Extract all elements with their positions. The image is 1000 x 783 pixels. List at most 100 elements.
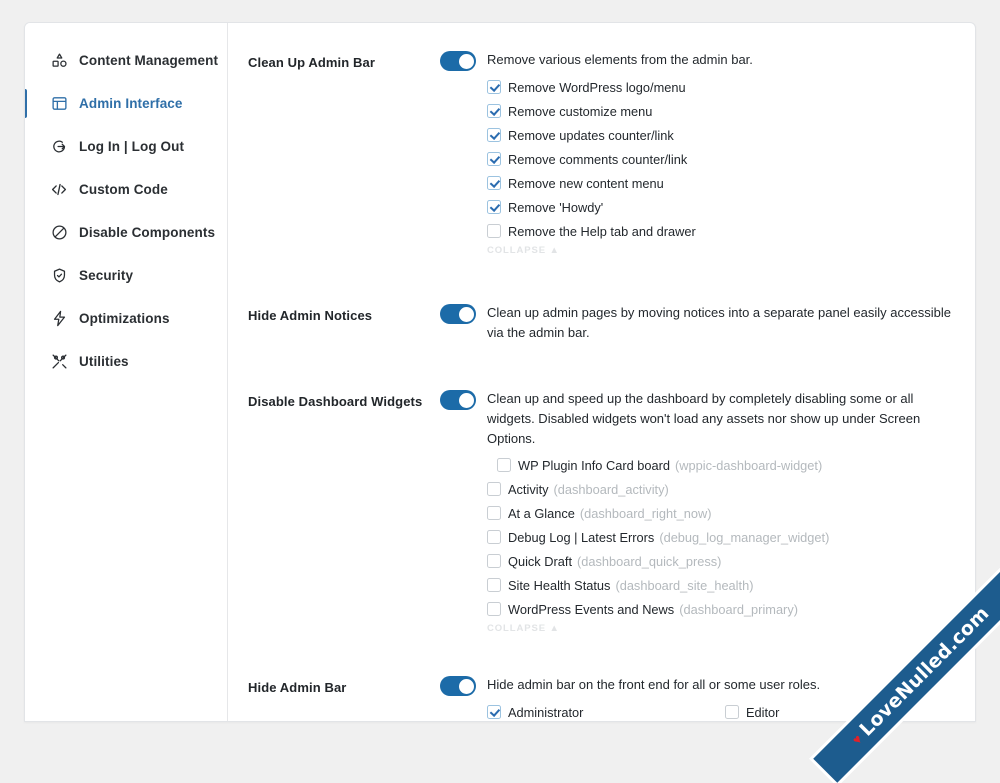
section-hide-admin-notices: Hide Admin Notices Clean up admin pages … bbox=[248, 302, 953, 343]
checkbox-row[interactable]: Site Health Status (dashboard_site_health… bbox=[487, 573, 953, 597]
checkbox-row[interactable]: Remove comments counter/link bbox=[487, 147, 953, 171]
no-entry-icon bbox=[50, 224, 68, 242]
checkbox-label: WordPress Events and News bbox=[508, 601, 675, 617]
checkbox-row[interactable]: Remove new content menu bbox=[487, 171, 953, 195]
checkbox-row[interactable]: Remove the Help tab and drawer bbox=[487, 219, 953, 243]
sidebar-item-log-in-log-out[interactable]: Log In | Log Out bbox=[25, 125, 227, 168]
checkbox-label: Quick Draft bbox=[508, 553, 572, 569]
checkbox-label: WP Plugin Info Card board bbox=[518, 457, 670, 473]
sidebar-item-content-management[interactable]: Content Management bbox=[25, 39, 227, 82]
toggle-hide-admin-bar[interactable] bbox=[440, 676, 476, 696]
checkbox-label: Activity bbox=[508, 481, 549, 497]
checkbox-role-administrator[interactable] bbox=[487, 705, 501, 719]
sidebar-item-label: Security bbox=[79, 268, 134, 283]
checkbox-row[interactable]: Editor bbox=[725, 700, 840, 721]
checkbox-label: Remove 'Howdy' bbox=[508, 199, 604, 215]
checkbox-label: Editor bbox=[746, 704, 780, 720]
section-description: Clean up admin pages by moving notices i… bbox=[487, 305, 951, 340]
sidebar-item-label: Content Management bbox=[79, 53, 219, 68]
sidebar-item-label: Custom Code bbox=[79, 182, 168, 197]
section-label: Hide Admin Notices bbox=[248, 308, 373, 323]
checkbox-slug: (dashboard_activity) bbox=[553, 481, 669, 497]
checkbox-activity[interactable] bbox=[487, 482, 501, 496]
shield-check-icon bbox=[50, 267, 68, 285]
checkbox-quick-draft[interactable] bbox=[487, 554, 501, 568]
checkbox-label: Remove customize menu bbox=[508, 103, 653, 119]
sidebar-item-label: Log In | Log Out bbox=[79, 139, 185, 154]
checkbox-row[interactable]: Remove 'Howdy' bbox=[487, 195, 953, 219]
sidebar-item-label: Admin Interface bbox=[79, 96, 183, 111]
checkbox-row[interactable]: Administrator bbox=[487, 700, 725, 721]
toggle-hide-admin-notices[interactable] bbox=[440, 304, 476, 324]
checkbox-row[interactable]: Debug Log | Latest Errors (debug_log_mana… bbox=[487, 525, 953, 549]
checkbox-row[interactable]: Activity (dashboard_activity) bbox=[487, 477, 953, 501]
sidebar-item-disable-components[interactable]: Disable Components bbox=[25, 211, 227, 254]
checkbox-label: Debug Log | Latest Errors bbox=[508, 529, 655, 545]
sidebar-item-label: Disable Components bbox=[79, 225, 216, 240]
sidebar-item-utilities[interactable]: Utilities bbox=[25, 340, 227, 383]
checkbox-debug-log-latest-errors[interactable] bbox=[487, 530, 501, 544]
checkbox-row[interactable]: At a Glance (dashboard_right_now) bbox=[487, 501, 953, 525]
checkbox-label: Remove updates counter/link bbox=[508, 127, 674, 143]
checkbox-remove-comments-counter[interactable] bbox=[487, 152, 501, 166]
checkbox-remove-help-tab[interactable] bbox=[487, 224, 501, 238]
checkbox-remove-howdy[interactable] bbox=[487, 200, 501, 214]
checkbox-slug: (dashboard_primary) bbox=[679, 601, 798, 617]
checkbox-row[interactable]: Remove customize menu bbox=[487, 99, 953, 123]
checkbox-row[interactable]: Remove updates counter/link bbox=[487, 123, 953, 147]
collapse-label: COLLAPSE bbox=[487, 245, 546, 256]
sidebar-item-custom-code[interactable]: Custom Code bbox=[25, 168, 227, 211]
checkbox-wp-plugin-info-card-board[interactable] bbox=[497, 458, 511, 472]
section-description: Hide admin bar on the front end for all … bbox=[487, 677, 821, 692]
code-brackets-icon bbox=[50, 181, 68, 199]
settings-card: Content Management Admin Interface Log I… bbox=[24, 22, 976, 722]
checkbox-slug: (dashboard_quick_press) bbox=[577, 553, 722, 569]
checkbox-at-a-glance[interactable] bbox=[487, 506, 501, 520]
checkbox-row[interactable]: WP Plugin Info Card board (wppic-dashboar… bbox=[487, 453, 953, 477]
checkbox-label: Remove WordPress logo/menu bbox=[508, 79, 686, 95]
checkbox-wordpress-events-and-news[interactable] bbox=[487, 602, 501, 616]
role-column-right: Editor Contributor Customer Project Mana… bbox=[725, 700, 840, 721]
checkbox-row[interactable]: Remove WordPress logo/menu bbox=[487, 75, 953, 99]
toggle-clean-up-admin-bar[interactable] bbox=[440, 51, 476, 71]
collapse-toggle-admin-bar[interactable]: COLLAPSE ▲ bbox=[440, 245, 953, 256]
sidebar-item-admin-interface[interactable]: Admin Interface bbox=[25, 82, 227, 125]
checkbox-site-health-status[interactable] bbox=[487, 578, 501, 592]
section-description: Remove various elements from the admin b… bbox=[487, 52, 753, 67]
checkbox-remove-customize-menu[interactable] bbox=[487, 104, 501, 118]
heart-icon: ♥ bbox=[848, 731, 865, 748]
checkbox-list-admin-bar: Remove WordPress logo/menu Remove custom… bbox=[440, 75, 953, 243]
checkbox-label: Administrator bbox=[508, 704, 584, 720]
checkbox-label: Remove the Help tab and drawer bbox=[508, 223, 696, 239]
lightning-bolt-icon bbox=[50, 310, 68, 328]
checkbox-role-editor[interactable] bbox=[725, 705, 739, 719]
checkbox-remove-updates-counter[interactable] bbox=[487, 128, 501, 142]
checkbox-row[interactable]: Quick Draft (dashboard_quick_press) bbox=[487, 549, 953, 573]
checkbox-label: Site Health Status bbox=[508, 577, 611, 593]
settings-content: Clean Up Admin Bar Remove various elemen… bbox=[228, 23, 975, 721]
sidebar-item-optimizations[interactable]: Optimizations bbox=[25, 297, 227, 340]
checkbox-remove-wordpress-logo[interactable] bbox=[487, 80, 501, 94]
checkbox-label: At a Glance bbox=[508, 505, 575, 521]
collapse-label: COLLAPSE bbox=[487, 623, 546, 634]
section-clean-up-admin-bar: Clean Up Admin Bar Remove various elemen… bbox=[248, 49, 953, 256]
checkbox-list-widgets: WP Plugin Info Card board (wppic-dashboar… bbox=[440, 453, 953, 621]
checkbox-slug: (dashboard_site_health) bbox=[615, 577, 754, 593]
role-checkbox-grid: Administrator Author Subscriber Shop man… bbox=[440, 700, 953, 721]
section-label: Clean Up Admin Bar bbox=[248, 55, 376, 70]
toggle-disable-dashboard-widgets[interactable] bbox=[440, 390, 476, 410]
section-hide-admin-bar: Hide Admin Bar Hide admin bar on the fro… bbox=[248, 674, 953, 721]
login-arrow-icon bbox=[50, 138, 68, 156]
sidebar-item-security[interactable]: Security bbox=[25, 254, 227, 297]
checkbox-remove-new-content-menu[interactable] bbox=[487, 176, 501, 190]
checkbox-slug: (debug_log_manager_widget) bbox=[659, 529, 830, 545]
checkbox-label: Remove new content menu bbox=[508, 175, 664, 191]
role-column-left: Administrator Author Subscriber Shop man… bbox=[487, 700, 725, 721]
collapse-toggle-widgets[interactable]: COLLAPSE ▲ bbox=[440, 623, 953, 634]
checkbox-slug: (dashboard_right_now) bbox=[579, 505, 712, 521]
checkbox-row[interactable]: WordPress Events and News (dashboard_prim… bbox=[487, 597, 953, 621]
sidebar-nav: Content Management Admin Interface Log I… bbox=[25, 23, 228, 721]
shapes-icon bbox=[50, 52, 68, 70]
section-label: Hide Admin Bar bbox=[248, 680, 347, 695]
layout-icon bbox=[50, 95, 68, 113]
